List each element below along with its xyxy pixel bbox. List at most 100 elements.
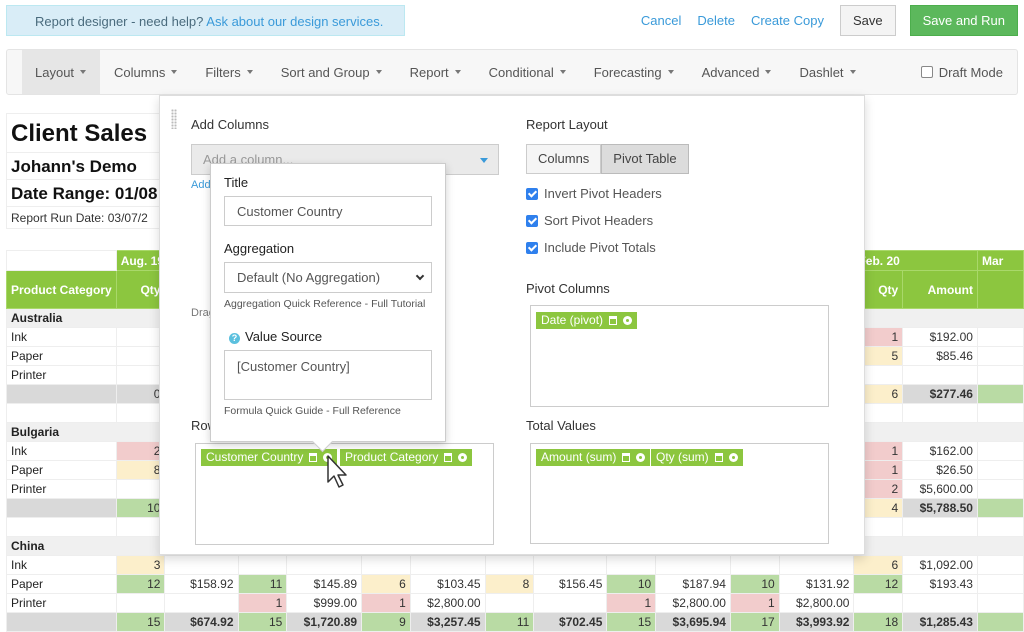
checkbox-checked-icon[interactable] — [526, 187, 538, 200]
amount-total-cell: $3,257.45 — [409, 612, 486, 632]
help-icon[interactable]: ? — [229, 333, 240, 344]
spacer-cell — [115, 403, 166, 423]
total-values-drop-zone[interactable]: Amount (sum) Qty (sum) — [530, 443, 829, 544]
row-pill-customer-country[interactable]: Customer Country — [201, 449, 338, 466]
qty-cell: 1 — [361, 593, 411, 613]
invert-pivot-headers-checkbox[interactable]: Invert Pivot Headers — [526, 186, 662, 201]
value-source-text: Value Source — [245, 329, 323, 344]
qty-cell — [484, 555, 535, 575]
aggregation-value: Default (No Aggregation) — [237, 270, 381, 285]
row-header-product-category[interactable]: Product Category — [6, 270, 117, 309]
spacer-cell — [6, 403, 117, 423]
toolbar-conditional[interactable]: Conditional — [475, 50, 580, 94]
checkbox-label: Invert Pivot Headers — [544, 186, 662, 201]
trash-icon[interactable] — [309, 453, 318, 462]
pill-label: Customer Country — [206, 450, 304, 464]
amount-cell — [164, 593, 239, 613]
report-date-range: Date Range: 01/08 — [6, 180, 166, 207]
sort-pivot-headers-checkbox[interactable]: Sort Pivot Headers — [526, 213, 653, 228]
qty-cell — [976, 555, 1024, 575]
qty-cell — [115, 479, 166, 499]
save-button[interactable]: Save — [839, 5, 896, 36]
layout-columns-button[interactable]: Columns — [526, 144, 602, 174]
pivot-columns-drop-zone[interactable]: Date (pivot) — [530, 305, 829, 407]
create-copy-link[interactable]: Create Copy — [751, 13, 824, 28]
save-and-run-button[interactable]: Save and Run — [909, 5, 1018, 36]
mouse-cursor-icon — [327, 455, 347, 488]
trash-icon[interactable] — [622, 453, 631, 462]
layout-pivot-table-button[interactable]: Pivot Table — [601, 144, 689, 174]
amount-total-cell: $3,695.94 — [655, 612, 731, 632]
caret-down-icon — [171, 70, 178, 74]
qty-total-cell: 15 — [606, 612, 657, 632]
toolbar-advanced[interactable]: Advanced — [688, 50, 786, 94]
toolbar-filters[interactable]: Filters — [191, 50, 266, 94]
spacer-cell — [115, 517, 166, 537]
trash-icon[interactable] — [609, 316, 618, 325]
title-input[interactable] — [224, 196, 432, 226]
delete-link[interactable]: Delete — [697, 13, 735, 28]
amount-total-cell: $3,993.92 — [778, 612, 855, 632]
add-link[interactable]: Add — [191, 179, 211, 191]
total-values-heading: Total Values — [526, 418, 596, 433]
toolbar-report[interactable]: Report — [396, 50, 475, 94]
trash-icon[interactable] — [714, 453, 723, 462]
gear-icon[interactable] — [728, 453, 738, 462]
value-source-textarea[interactable]: [Customer Country] — [224, 350, 432, 400]
toolbar-filters-label: Filters — [205, 64, 241, 80]
qty-total-cell: 11 — [484, 612, 535, 632]
report-title: Client Sales — [6, 113, 166, 153]
gear-icon[interactable] — [636, 453, 646, 462]
value-pill-qty[interactable]: Qty (sum) — [651, 449, 743, 466]
trash-icon[interactable] — [444, 453, 453, 462]
qty-total-cell — [976, 384, 1024, 404]
spacer-cell — [902, 403, 978, 423]
aggregation-help-links[interactable]: Aggregation Quick Reference - Full Tutor… — [224, 298, 425, 310]
aggregation-select[interactable]: Default (No Aggregation) — [224, 262, 432, 293]
toolbar-layout[interactable]: Layout — [22, 50, 101, 94]
qty-cell — [976, 593, 1024, 613]
amount-cell — [164, 555, 239, 575]
qty-cell — [115, 346, 166, 366]
include-pivot-totals-checkbox[interactable]: Include Pivot Totals — [526, 240, 656, 255]
drag-grip-icon[interactable] — [171, 109, 177, 129]
qty-header[interactable]: Qty — [115, 270, 166, 309]
qty-cell: 2 — [115, 441, 166, 461]
value-pill-amount[interactable]: Amount (sum) — [536, 449, 651, 466]
checkbox-checked-icon[interactable] — [526, 241, 538, 254]
qty-cell — [361, 555, 411, 575]
caret-down-icon — [454, 70, 461, 74]
amount-total-cell: $1,720.89 — [286, 612, 363, 632]
qty-cell — [976, 365, 1024, 385]
toolbar-sort-and-group[interactable]: Sort and Group — [267, 50, 396, 94]
toolbar-forecasting[interactable]: Forecasting — [580, 50, 688, 94]
amount-header[interactable]: Amount — [902, 270, 978, 309]
value-source-value: [Customer Country] — [237, 359, 350, 374]
gear-icon[interactable] — [623, 316, 633, 325]
subtotal-row: 15 $674.92 15 $1,720.89 9 $3,257.45 11 $702.45 1… — [6, 612, 1024, 632]
toolbar-columns[interactable]: Columns — [100, 50, 191, 94]
draft-mode-toggle[interactable]: Draft Mode — [920, 65, 1003, 80]
amount-total-cell: $674.92 — [164, 612, 239, 632]
toolbar-advanced-label: Advanced — [701, 64, 760, 80]
table-row: Paper 12 $158.92 11 $145.89 6 $103.45 8 $156.45 1… — [6, 574, 1024, 594]
subtotal-label — [6, 384, 117, 404]
design-services-link[interactable]: Ask about our design services. — [206, 14, 383, 29]
amount-cell: $187.94 — [655, 574, 731, 594]
row-pill-product-category[interactable]: Product Category — [340, 449, 473, 466]
toolbar-sort-label: Sort and Group — [280, 64, 370, 80]
formula-help-links[interactable]: Formula Quick Guide - Full Reference — [224, 405, 401, 417]
draft-mode-checkbox[interactable] — [920, 66, 933, 78]
cancel-link[interactable]: Cancel — [641, 13, 681, 28]
amount-cell — [902, 365, 978, 385]
qty-cell — [976, 574, 1024, 594]
gear-icon[interactable] — [458, 453, 468, 462]
toolbar-dashlet[interactable]: Dashlet — [785, 50, 869, 94]
pivot-pill-date[interactable]: Date (pivot) — [536, 312, 638, 329]
checkbox-checked-icon[interactable] — [526, 214, 538, 227]
toolbar-layout-label: Layout — [35, 64, 75, 80]
amount-cell: $158.92 — [164, 574, 239, 594]
column-settings-popover: Title Aggregation Default (No Aggregatio… — [210, 163, 446, 442]
spacer-cell — [902, 517, 978, 537]
qty-header[interactable] — [976, 270, 1024, 309]
